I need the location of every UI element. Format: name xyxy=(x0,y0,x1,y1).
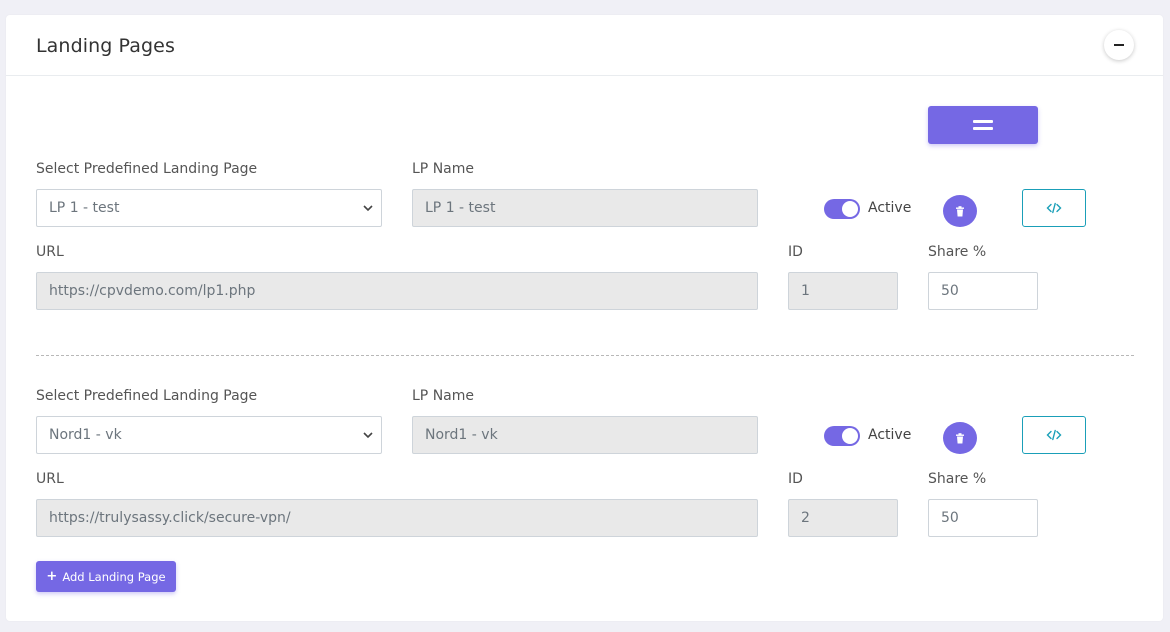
collapse-button[interactable] xyxy=(1104,30,1134,60)
url-value: https://cpvdemo.com/lp1.php xyxy=(49,283,256,299)
share-input[interactable]: 50 xyxy=(928,499,1038,537)
landing-pages-card: Landing Pages Select Predefined Landing … xyxy=(6,15,1163,621)
minus-icon xyxy=(1114,44,1124,46)
trash-icon xyxy=(956,432,964,443)
predefined-lp-label: Select Predefined Landing Page xyxy=(36,161,258,177)
id-value: 1 xyxy=(801,283,810,299)
lp-name-input[interactable]: Nord1 - vk xyxy=(412,416,758,454)
url-input[interactable]: https://trulysassy.click/secure-vpn/ xyxy=(36,499,758,537)
code-button[interactable] xyxy=(1022,189,1086,227)
lp-name-input[interactable]: LP 1 - test xyxy=(412,189,758,227)
active-label: Active xyxy=(868,427,912,443)
url-label: URL xyxy=(36,244,64,260)
plus-icon: + xyxy=(46,569,58,584)
lp-name-value: LP 1 - test xyxy=(425,200,496,216)
id-value: 2 xyxy=(801,510,810,526)
card-header: Landing Pages xyxy=(6,15,1163,76)
url-input[interactable]: https://cpvdemo.com/lp1.php xyxy=(36,272,758,310)
add-landing-page-label: Add Landing Page xyxy=(62,569,166,584)
active-toggle[interactable] xyxy=(824,426,860,446)
add-landing-page-button[interactable]: + Add Landing Page xyxy=(36,561,176,592)
trash-icon xyxy=(956,205,964,216)
active-toggle[interactable] xyxy=(824,199,860,219)
delete-button[interactable] xyxy=(943,422,977,454)
lp-name-value: Nord1 - vk xyxy=(425,427,498,443)
predefined-lp-select[interactable]: Nord1 - vk xyxy=(36,416,382,454)
share-label: Share % xyxy=(928,471,987,487)
predefined-lp-select[interactable]: LP 1 - test xyxy=(36,189,382,227)
toggle-knob xyxy=(842,428,858,444)
code-icon xyxy=(1046,202,1062,214)
drag-handle-icon xyxy=(973,120,993,123)
code-icon xyxy=(1046,429,1062,441)
delete-button[interactable] xyxy=(943,195,977,227)
toggle-knob xyxy=(842,201,858,217)
code-button[interactable] xyxy=(1022,416,1086,454)
predefined-lp-value: Nord1 - vk xyxy=(49,427,122,443)
id-label: ID xyxy=(788,244,803,260)
card-title: Landing Pages xyxy=(36,35,175,57)
id-input[interactable]: 1 xyxy=(788,272,898,310)
drag-handle-button[interactable] xyxy=(928,106,1038,144)
lp-name-label: LP Name xyxy=(412,161,474,177)
share-value: 50 xyxy=(941,510,959,526)
share-input[interactable]: 50 xyxy=(928,272,1038,310)
share-value: 50 xyxy=(941,283,959,299)
url-value: https://trulysassy.click/secure-vpn/ xyxy=(49,510,291,526)
lp-name-label: LP Name xyxy=(412,388,474,404)
row-divider xyxy=(36,355,1134,356)
chevron-down-icon xyxy=(363,432,373,439)
share-label: Share % xyxy=(928,244,987,260)
id-label: ID xyxy=(788,471,803,487)
active-label: Active xyxy=(868,200,912,216)
predefined-lp-value: LP 1 - test xyxy=(49,200,120,216)
url-label: URL xyxy=(36,471,64,487)
id-input[interactable]: 2 xyxy=(788,499,898,537)
chevron-down-icon xyxy=(363,205,373,212)
predefined-lp-label: Select Predefined Landing Page xyxy=(36,388,258,404)
